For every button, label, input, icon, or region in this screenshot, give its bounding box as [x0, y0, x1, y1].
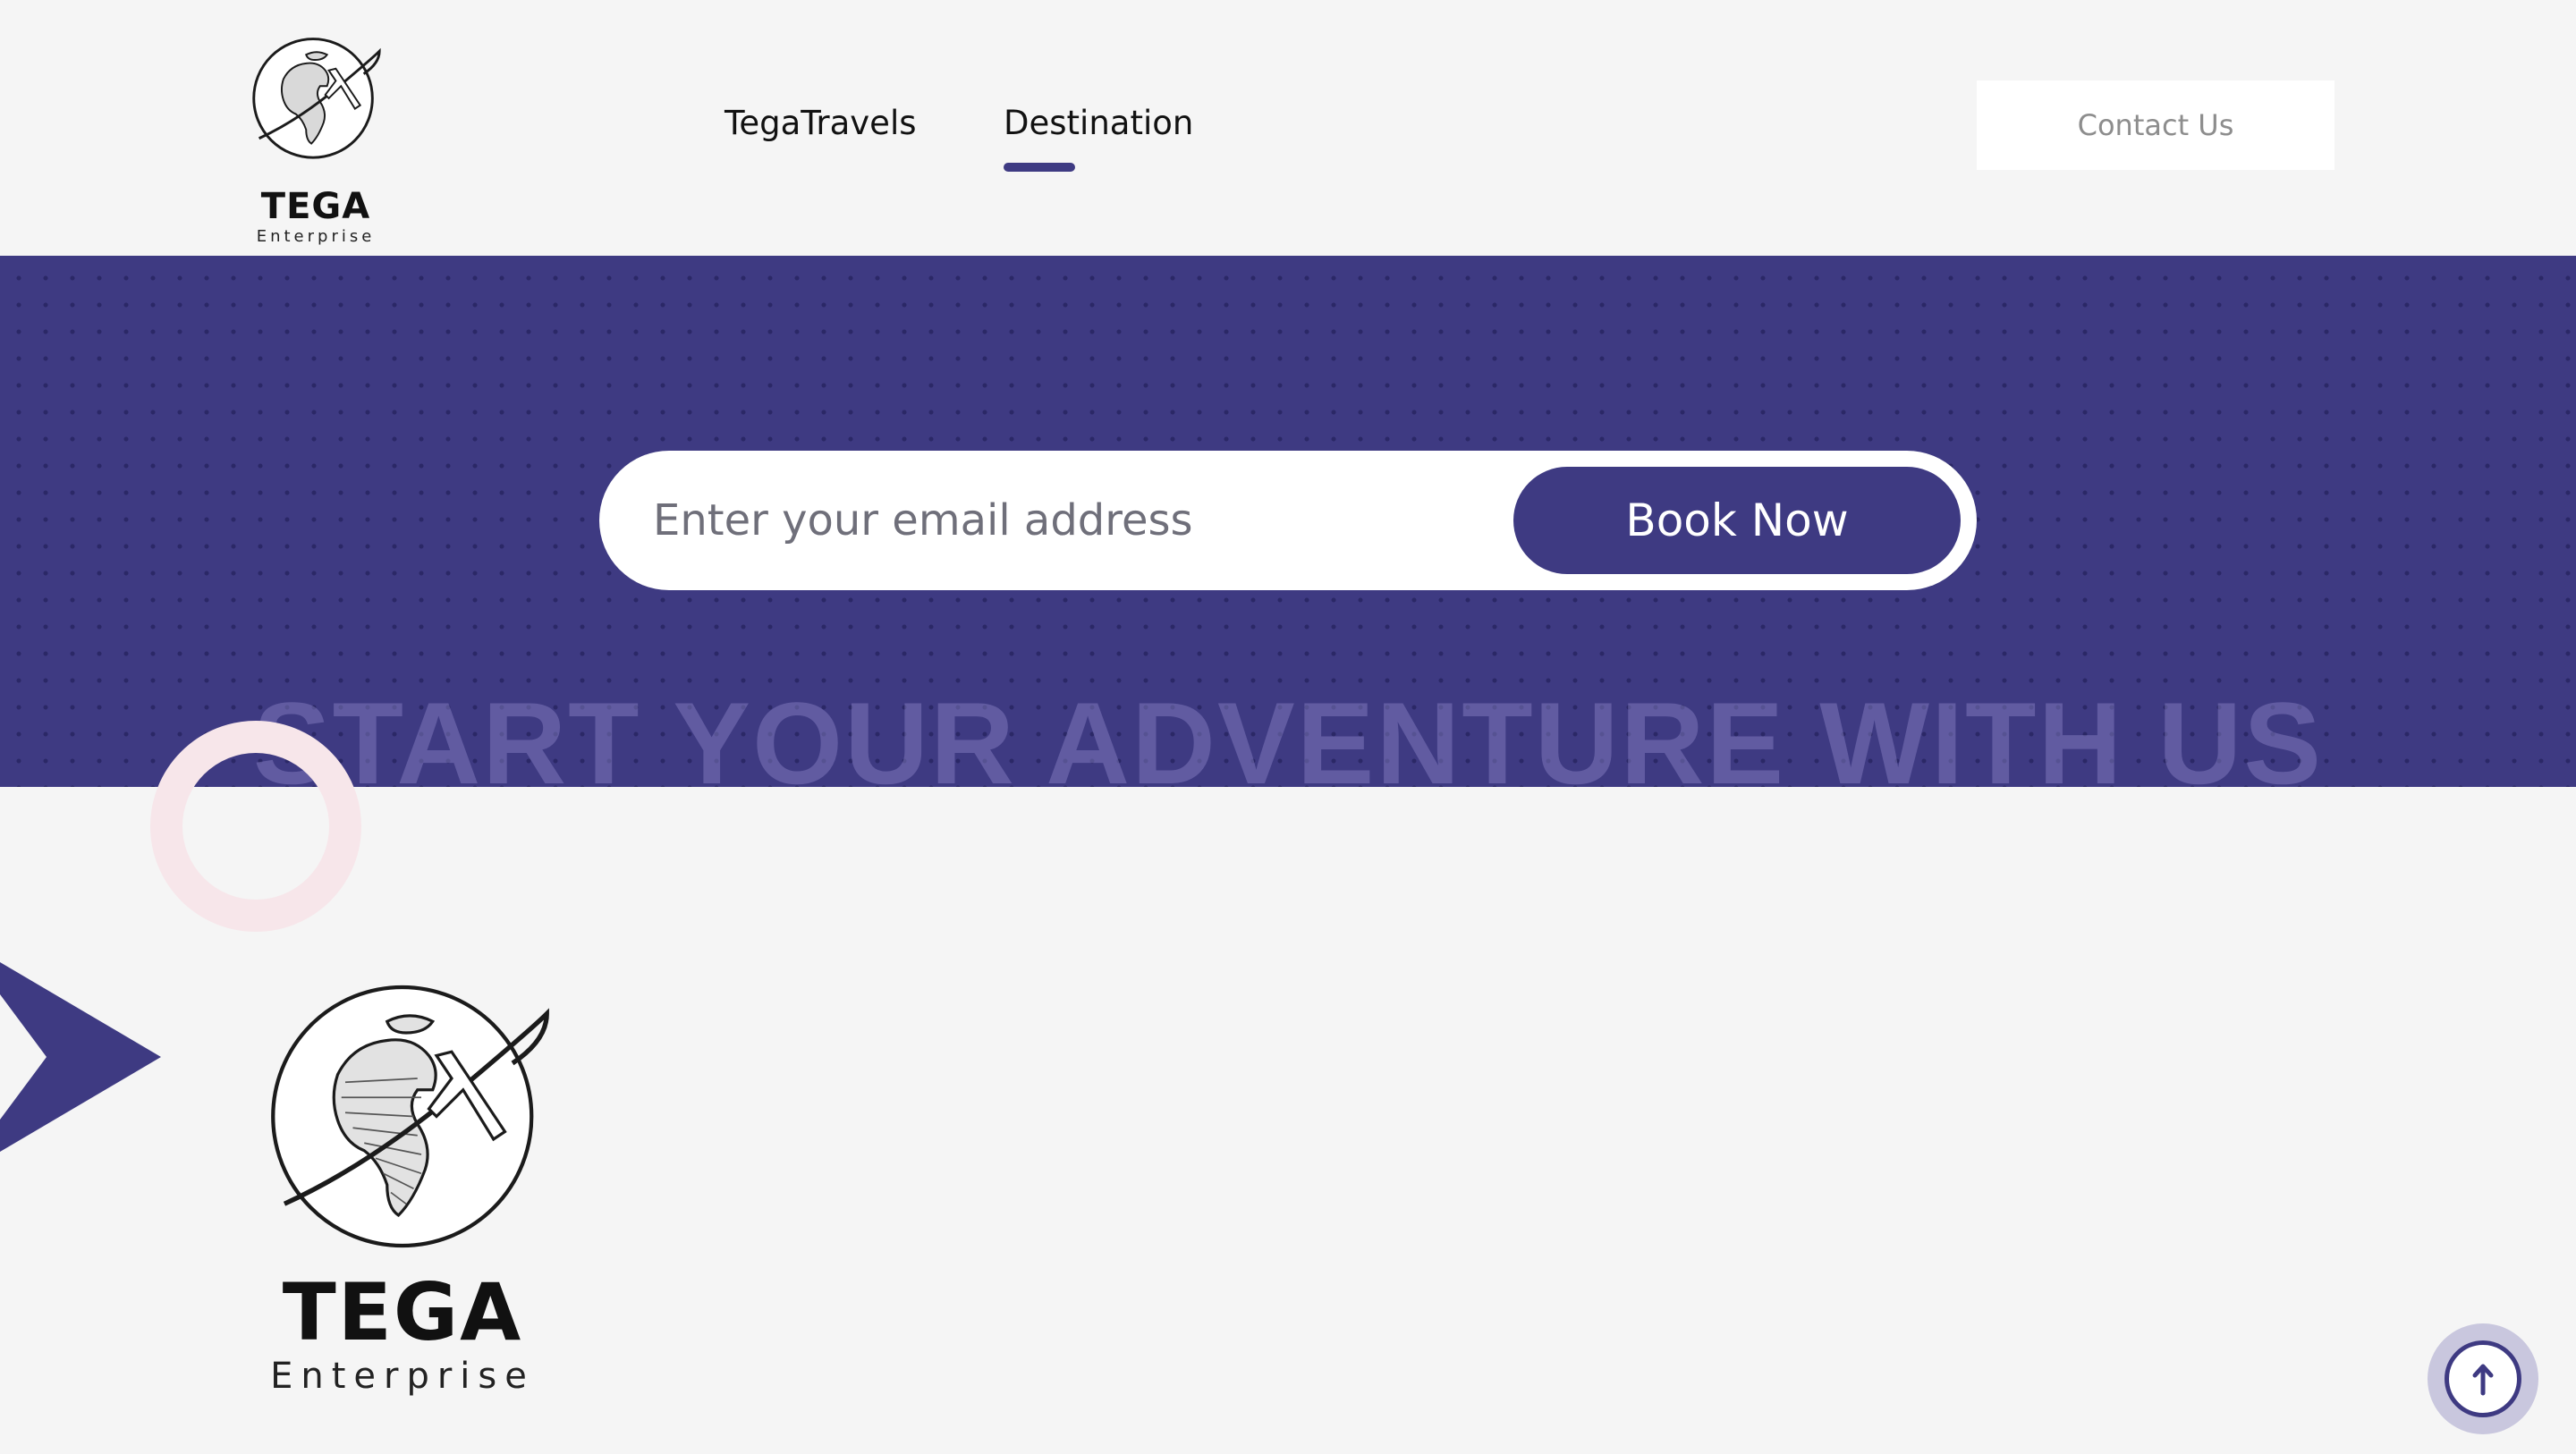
scroll-to-top-button[interactable]	[2428, 1323, 2538, 1434]
logo-brand-text: TEGA	[260, 186, 371, 227]
globe-airplane-icon	[252, 38, 381, 159]
arrow-up-icon	[2472, 1364, 2494, 1396]
header-logo[interactable]: TEGA Enterprise	[242, 25, 390, 246]
newsletter-banner: Book Now START YOUR ADVENTURE WITH US	[0, 256, 2576, 787]
banner-headline: START YOUR ADVENTURE WITH US	[252, 678, 2324, 787]
book-now-button[interactable]: Book Now	[1513, 467, 1961, 574]
booking-form: Book Now	[599, 451, 1977, 590]
main-logo: TEGA Enterprise	[250, 957, 555, 1404]
email-input[interactable]	[653, 485, 1512, 556]
page: TEGA Enterprise TegaTravels Destination …	[0, 0, 2576, 1454]
logo-brand-text: TEGA	[282, 1266, 523, 1358]
ring-decoration	[150, 721, 361, 932]
scroll-to-top-inner	[2445, 1340, 2521, 1417]
logo-subtitle-text: Enterprise	[270, 1356, 535, 1397]
contact-us-button[interactable]: Contact Us	[1977, 80, 2334, 170]
logo-subtitle-text: Enterprise	[256, 227, 376, 246]
triangle-arrow-decoration	[0, 962, 161, 1152]
nav-item-tegatravels[interactable]: TegaTravels	[724, 104, 917, 142]
globe-airplane-icon	[271, 985, 549, 1248]
nav-active-indicator	[1004, 163, 1075, 172]
nav-item-destination[interactable]: Destination	[1004, 104, 1193, 142]
site-header: TEGA Enterprise TegaTravels Destination …	[0, 0, 2576, 256]
